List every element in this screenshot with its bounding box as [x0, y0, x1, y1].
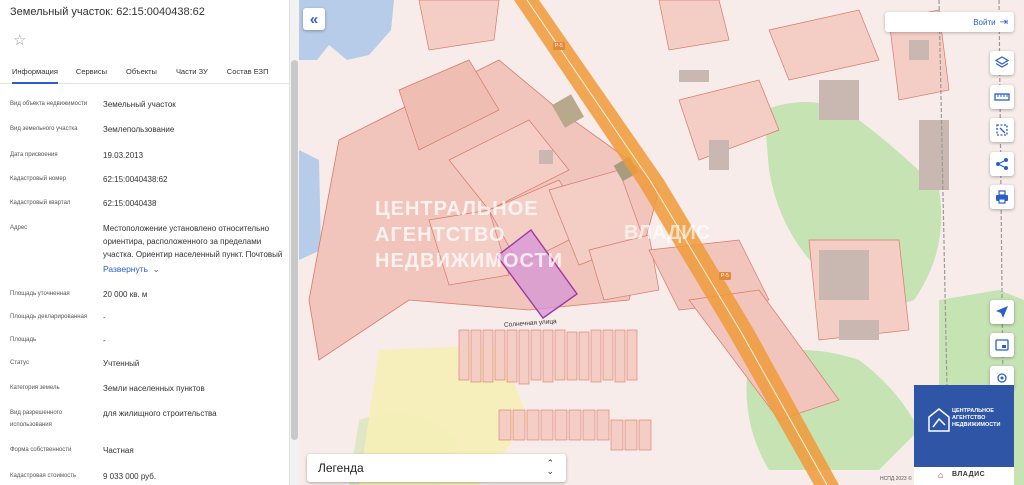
- print-icon[interactable]: [990, 185, 1014, 209]
- row-label: Статус: [10, 360, 29, 366]
- row-label: Площадь декларированная: [10, 314, 88, 320]
- row-label: Кадастровая стоимость: [10, 473, 77, 479]
- page-title: Земельный участок: 62:15:0040438:62: [10, 6, 205, 18]
- row-label: Адрес: [10, 225, 28, 231]
- expand-wrapper: Развернуть ⌄: [103, 263, 283, 276]
- ruler-icon[interactable]: [990, 85, 1014, 109]
- tab-services[interactable]: Сервисы: [76, 62, 107, 84]
- select-area-icon[interactable]: [990, 118, 1014, 142]
- app-root: Земельный участок: 62:15:0040438:62 ☆ Ин…: [0, 0, 1024, 485]
- row-label: Форма собственности: [10, 447, 72, 453]
- row-label: Площадь уточненная: [10, 291, 70, 297]
- row-value: Земли населенных пунктов: [103, 384, 205, 393]
- info-panel: Земельный участок: 62:15:0040438:62 ☆ Ин…: [0, 0, 290, 485]
- favorite-star-icon[interactable]: ☆: [13, 32, 31, 50]
- row-value: Землепользование: [103, 125, 175, 134]
- tab-parts[interactable]: Части ЗУ: [176, 62, 208, 84]
- share-icon[interactable]: [990, 152, 1014, 176]
- legend-label: Легенда: [318, 461, 364, 475]
- row-value: 20 000 кв. м: [103, 290, 148, 299]
- address-value: Местоположение установлено относительно …: [103, 224, 283, 259]
- row-value: -: [103, 313, 106, 322]
- tabs: Информация Сервисы Объекты Части ЗУ Сост…: [0, 62, 289, 84]
- row-label: Кадастровый квартал: [10, 200, 71, 206]
- watermark-right: ВЛАДИС: [624, 222, 711, 244]
- row-label: Вид земельного участка: [10, 126, 78, 132]
- brand-line: АГЕНТСТВО: [952, 415, 986, 421]
- row-label: Категория земель: [10, 385, 60, 391]
- row-value: -: [103, 336, 106, 345]
- row-value: Частная: [103, 446, 134, 455]
- legend-dropdown[interactable]: Легенда ⌃ ⌄: [307, 454, 566, 482]
- tab-info[interactable]: Информация: [12, 62, 58, 84]
- row-label: Кадастровый номер: [10, 176, 67, 182]
- row-label: Вид объекта недвижимости: [10, 101, 88, 107]
- row-value: Учтенный: [103, 359, 140, 368]
- expand-link[interactable]: Развернуть: [103, 264, 148, 274]
- row-value: 62:15:0040438: [103, 199, 157, 208]
- row-label: Площадь: [10, 337, 37, 343]
- panel-scrollbar[interactable]: [290, 0, 299, 485]
- chevron-down-icon[interactable]: ⌄: [150, 264, 160, 274]
- brand-vladis-icon: ⌂: [938, 470, 944, 480]
- watermark-line: ЦЕНТРАЛЬНОЕ: [375, 198, 539, 220]
- road-badge: Р-5: [719, 272, 731, 280]
- brand-line: ЦЕНТРАЛЬНОЕ: [952, 408, 994, 414]
- row-value: 62:15:0040438:62: [103, 175, 168, 184]
- parcel: [768, 9, 880, 81]
- lake: [299, 150, 321, 260]
- brand-line: НЕДВИЖИМОСТИ: [952, 422, 1001, 428]
- login-icon: ⇥: [999, 16, 1008, 28]
- row-label: Дата присвоения: [10, 152, 58, 158]
- row-value: для жилищного строительства: [103, 409, 217, 418]
- login-label: Войти: [973, 17, 996, 27]
- watermark-line: АГЕНТСТВО: [375, 224, 506, 246]
- navigate-icon[interactable]: [990, 300, 1014, 324]
- chevron-up-down-icon: ⌃ ⌄: [546, 458, 554, 476]
- watermark-left: ЦЕНТРАЛЬНОЕ АГЕНТСТВО НЕДВИЖИМОСТИ: [375, 196, 563, 274]
- tab-ezp[interactable]: Состав ЕЗП: [227, 62, 269, 84]
- row-label: Вид разрешенного использования: [10, 410, 63, 428]
- row-value: Земельный участок: [103, 100, 176, 109]
- layers-icon[interactable]: [990, 51, 1014, 75]
- card-icon[interactable]: [990, 333, 1014, 357]
- brand-name: ЦЕНТРАЛЬНОЕ АГЕНТСТВО НЕДВИЖИМОСТИ: [952, 408, 1000, 429]
- tab-objects[interactable]: Объекты: [126, 62, 157, 84]
- collapse-panel-button[interactable]: «: [303, 8, 325, 30]
- row-value: 19.03.2013: [103, 151, 144, 160]
- login-button[interactable]: Войти ⇥: [885, 12, 1014, 32]
- brand-house-icon: [928, 408, 950, 432]
- row-value: 9 033 000 руб.: [103, 472, 157, 481]
- parcel: [418, 0, 500, 51]
- parcel: [658, 0, 730, 51]
- brand-logo-panel: ЦЕНТРАЛЬНОЕ АГЕНТСТВО НЕДВИЖИМОСТИ ⌂ ВЛА…: [914, 385, 1014, 485]
- scrollbar-thumb[interactable]: [291, 60, 298, 440]
- copyright: НСПД 2023 ©: [880, 476, 912, 482]
- road-badge: Р-5: [553, 42, 565, 50]
- brand-vladis-label: ВЛАДИС: [952, 471, 986, 478]
- watermark-line: НЕДВИЖИМОСТИ: [375, 250, 564, 272]
